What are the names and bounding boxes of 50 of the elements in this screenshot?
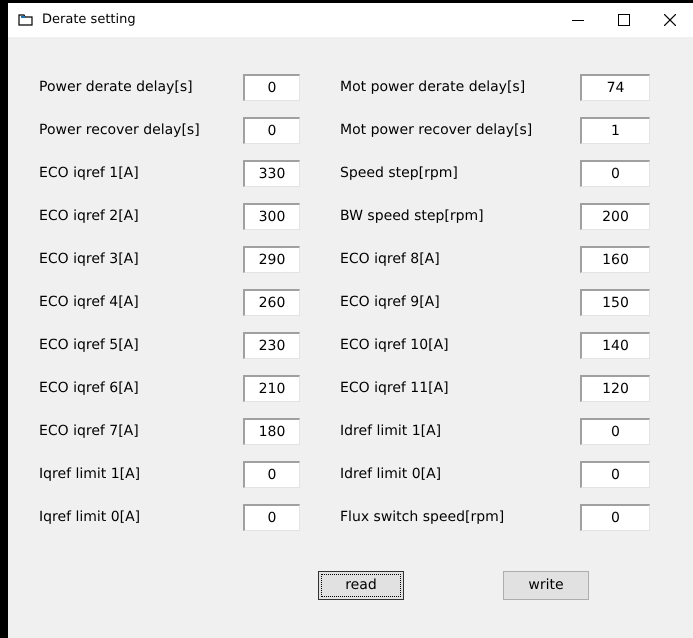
- field-label: ECO iqref 9[A]: [340, 293, 441, 312]
- field-label: ECO iqref 3[A]: [39, 250, 140, 269]
- field-label: Mot power recover delay[s]: [340, 121, 534, 140]
- field-label: BW speed step[rpm]: [340, 207, 485, 226]
- value-field[interactable]: 0: [580, 418, 650, 445]
- maximize-icon: [618, 14, 630, 26]
- value-field[interactable]: 160: [580, 246, 650, 273]
- field-label: Flux switch speed[rpm]: [340, 508, 506, 527]
- value-field[interactable]: 0: [243, 74, 300, 101]
- field-label: Idref limit 1[A]: [340, 422, 442, 441]
- window-title: Derate setting: [42, 11, 136, 30]
- value-field[interactable]: 150: [580, 289, 650, 316]
- field-label: ECO iqref 8[A]: [340, 250, 441, 269]
- value-field[interactable]: 330: [243, 160, 300, 187]
- field-label: Mot power derate delay[s]: [340, 78, 526, 97]
- field-label: ECO iqref 2[A]: [39, 207, 140, 226]
- value-field[interactable]: 260: [243, 289, 300, 316]
- action-button[interactable]: read: [318, 571, 404, 600]
- field-label: ECO iqref 1[A]: [39, 164, 140, 183]
- close-icon: [664, 14, 676, 26]
- field-label: Idref limit 0[A]: [340, 465, 442, 484]
- field-label: ECO iqref 10[A]: [340, 336, 450, 355]
- value-field[interactable]: 180: [243, 418, 300, 445]
- value-field[interactable]: 120: [580, 375, 650, 402]
- field-label: ECO iqref 11[A]: [340, 379, 450, 398]
- field-label: Power recover delay[s]: [39, 121, 201, 140]
- value-field[interactable]: 210: [243, 375, 300, 402]
- value-field[interactable]: 74: [580, 74, 650, 101]
- value-field[interactable]: 0: [243, 461, 300, 488]
- value-field[interactable]: 230: [243, 332, 300, 359]
- value-field[interactable]: 300: [243, 203, 300, 230]
- value-field[interactable]: 0: [243, 504, 300, 531]
- value-field[interactable]: 0: [580, 504, 650, 531]
- field-label: Power derate delay[s]: [39, 78, 194, 97]
- action-button[interactable]: write: [503, 571, 589, 600]
- value-field[interactable]: 1: [580, 117, 650, 144]
- field-label: ECO iqref 4[A]: [39, 293, 140, 312]
- field-label: ECO iqref 6[A]: [39, 379, 140, 398]
- value-field[interactable]: 290: [243, 246, 300, 273]
- value-field[interactable]: 0: [580, 461, 650, 488]
- window-icon: [18, 13, 34, 27]
- value-field[interactable]: 0: [243, 117, 300, 144]
- value-field[interactable]: 0: [580, 160, 650, 187]
- field-label: Iqref limit 0[A]: [39, 508, 142, 527]
- field-label: Iqref limit 1[A]: [39, 465, 142, 484]
- value-field[interactable]: 140: [580, 332, 650, 359]
- field-label: ECO iqref 5[A]: [39, 336, 140, 355]
- field-label: ECO iqref 7[A]: [39, 422, 140, 441]
- value-field[interactable]: 200: [580, 203, 650, 230]
- field-label: Speed step[rpm]: [340, 164, 459, 183]
